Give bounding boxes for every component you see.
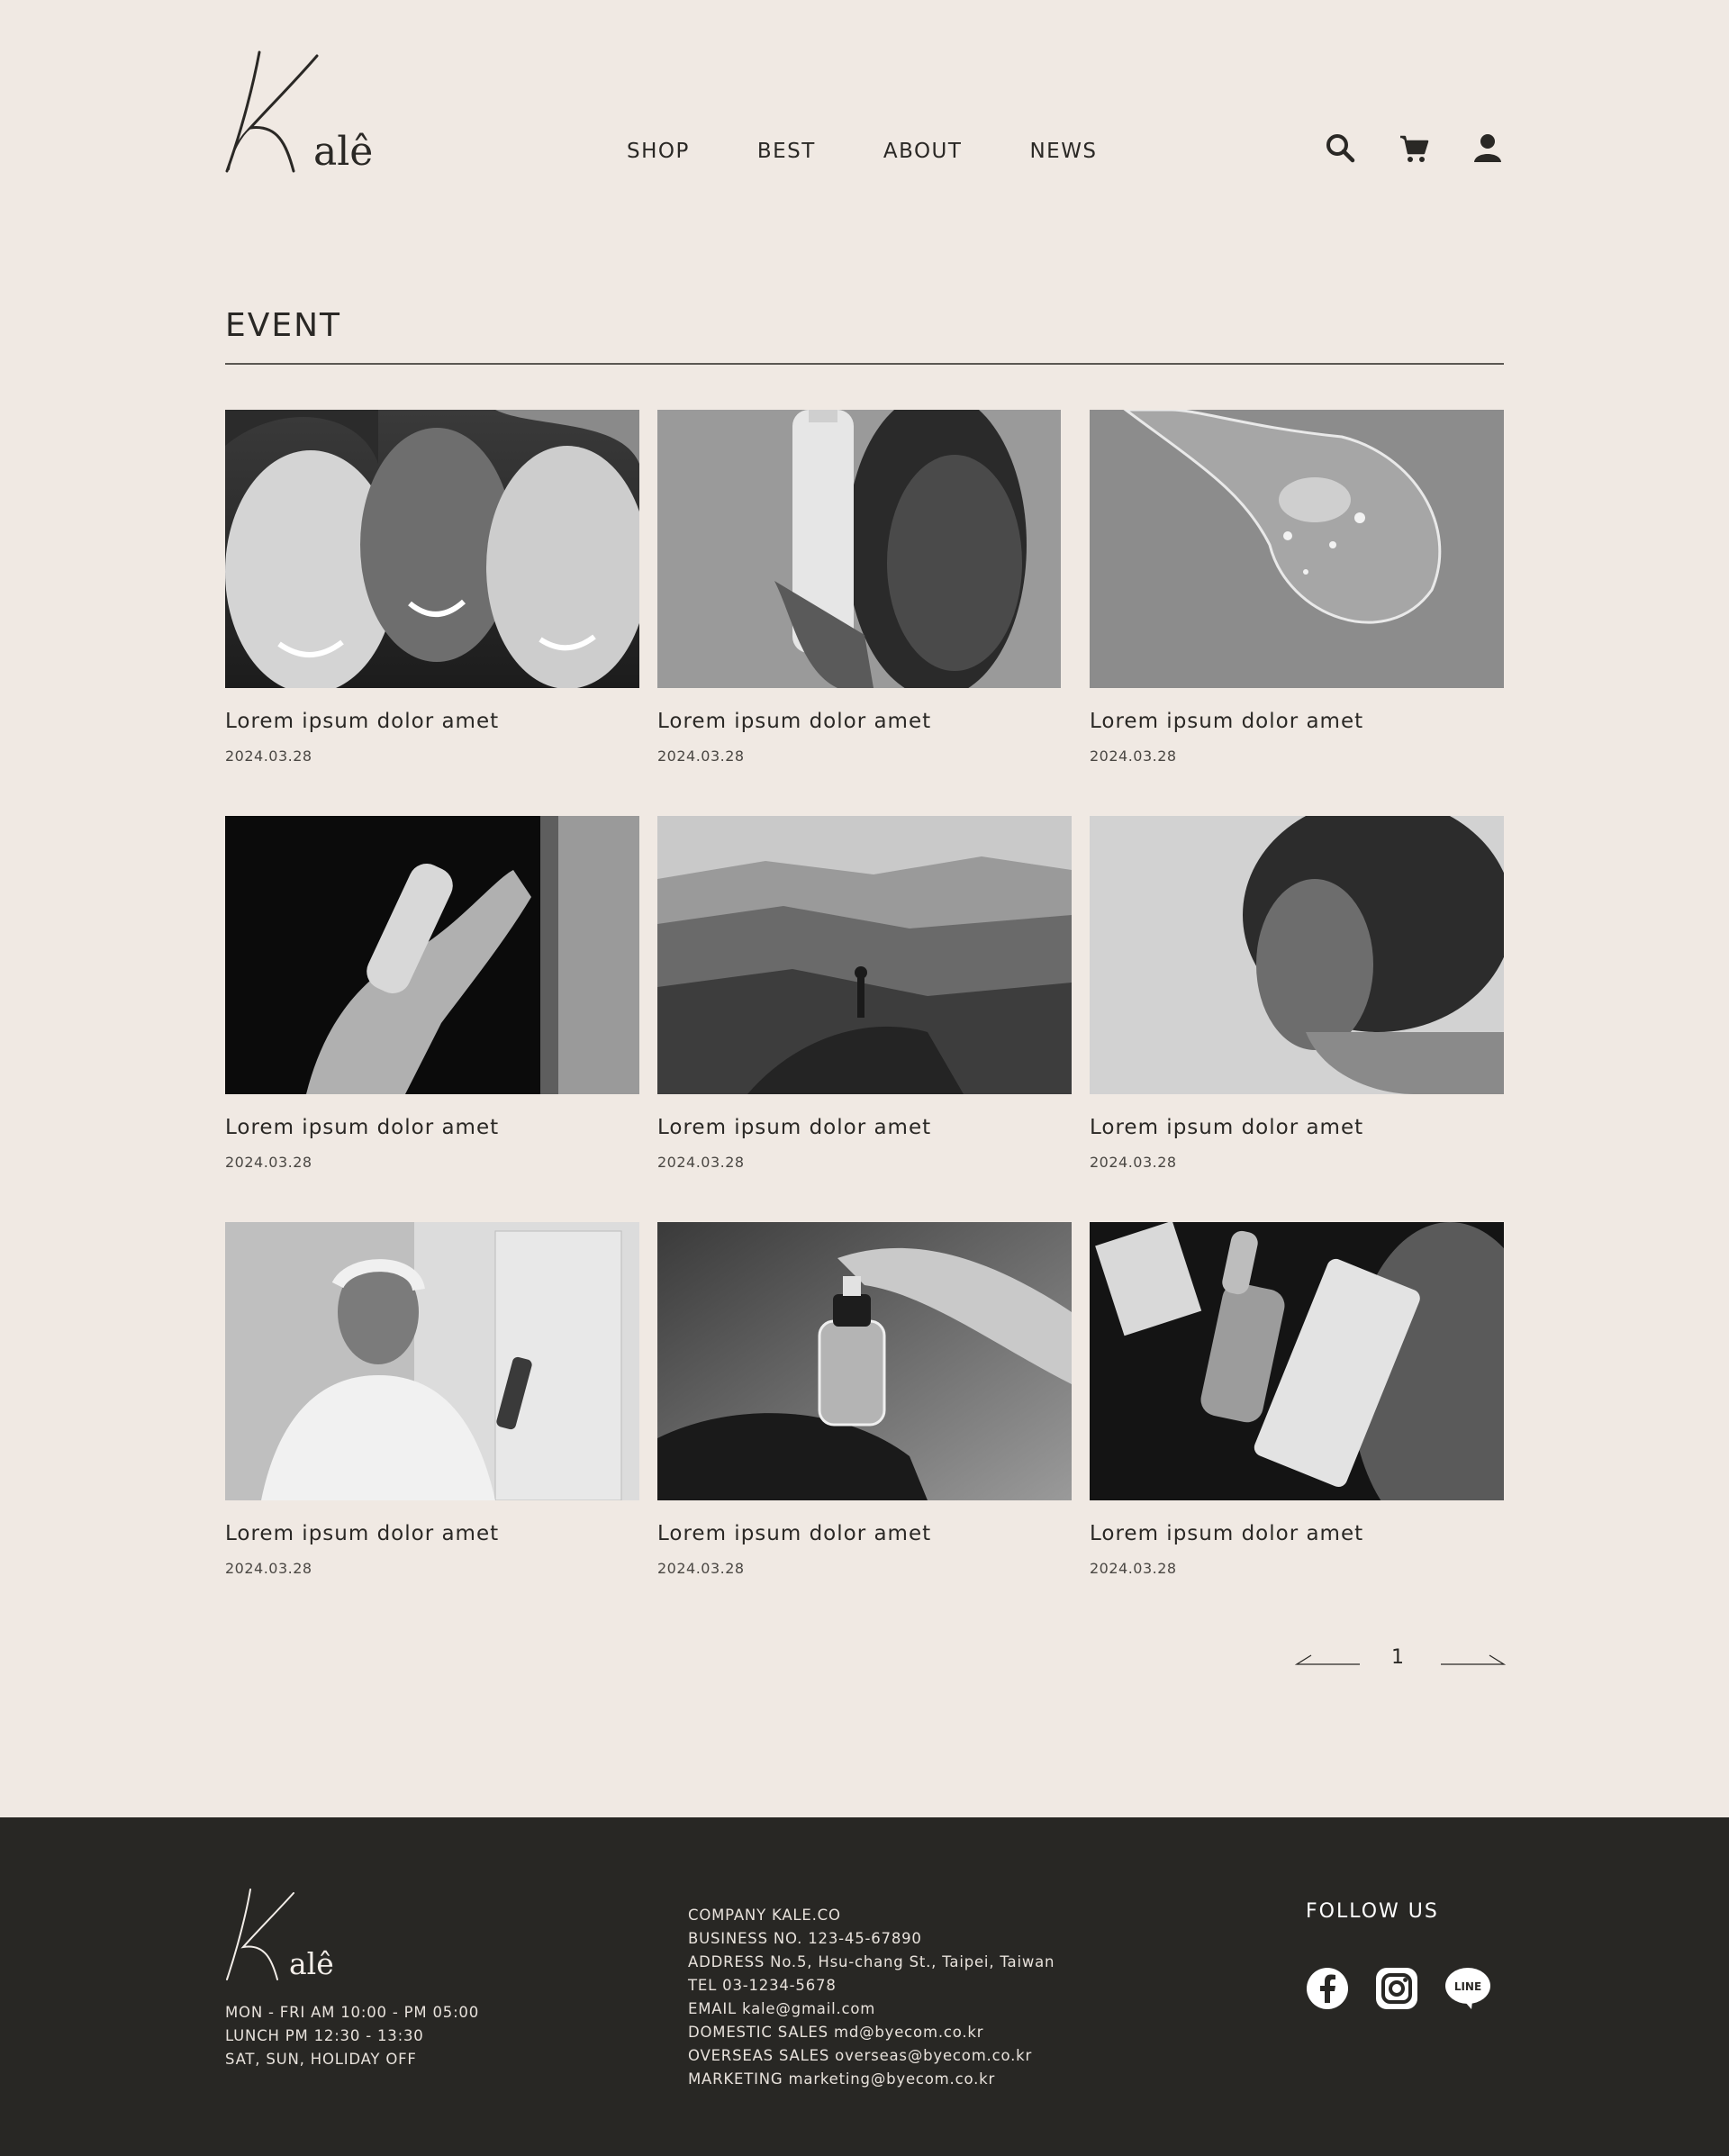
event-title: Lorem ipsum dolor amet — [225, 1116, 500, 1139]
event-image-spray-mist — [225, 1222, 639, 1500]
nav-news[interactable]: NEWS — [1029, 140, 1097, 163]
event-card[interactable]: Lorem ipsum dolor amet 2024.03.28 — [1090, 1222, 1504, 1577]
event-title: Lorem ipsum dolor amet — [1090, 1116, 1364, 1139]
business-number: BUSINESS NO. 123-45-67890 — [688, 1930, 922, 1947]
event-card[interactable]: Lorem ipsum dolor amet 2024.03.28 — [657, 816, 1072, 1171]
title-divider — [225, 363, 1504, 365]
header-actions — [1324, 131, 1504, 164]
event-image-hands-bottle — [225, 816, 639, 1094]
main-nav: SHOP BEST ABOUT NEWS — [627, 140, 1098, 163]
line-badge-text: LINE — [1454, 1980, 1481, 1993]
domestic-sales: DOMESTIC SALES md@byecom.co.kr — [688, 2024, 984, 2041]
event-card[interactable]: Lorem ipsum dolor amet 2024.03.28 — [225, 816, 639, 1171]
address: ADDRESS No.5, Hsu-chang St., Taipei, Tai… — [688, 1953, 1055, 1970]
marketing: MARKETING marketing@byecom.co.kr — [688, 2070, 996, 2088]
event-title: Lorem ipsum dolor amet — [1090, 710, 1364, 733]
event-title: Lorem ipsum dolor amet — [1090, 1522, 1364, 1545]
footer-logo[interactable]: alê — [223, 1884, 340, 1983]
email: EMAIL kale@gmail.com — [688, 2000, 876, 2017]
instagram-icon[interactable] — [1375, 1967, 1418, 2010]
hours-line: SAT, SUN, HOLIDAY OFF — [225, 2051, 417, 2068]
event-date: 2024.03.28 — [1090, 1154, 1177, 1171]
social-links: LINE — [1306, 1967, 1490, 2010]
overseas-sales: OVERSEAS SALES overseas@byecom.co.kr — [688, 2047, 1033, 2064]
event-image-three-women — [225, 410, 639, 688]
line-icon[interactable]: LINE — [1444, 1967, 1490, 2010]
event-image-products — [1090, 1222, 1504, 1500]
event-title: Lorem ipsum dolor amet — [657, 710, 932, 733]
nav-shop[interactable]: SHOP — [627, 140, 690, 163]
event-date: 2024.03.28 — [225, 747, 312, 765]
search-icon[interactable] — [1324, 131, 1356, 164]
event-date: 2024.03.28 — [657, 747, 745, 765]
business-hours: MON - FRI AM 10:00 - PM 05:00 LUNCH PM 1… — [225, 2001, 479, 2071]
event-title: Lorem ipsum dolor amet — [657, 1116, 932, 1139]
event-date: 2024.03.28 — [657, 1154, 745, 1171]
nav-best[interactable]: BEST — [757, 140, 816, 163]
pagination: 1 — [1294, 1644, 1507, 1677]
event-image-dropper — [657, 1222, 1072, 1500]
nav-about[interactable]: ABOUT — [883, 140, 963, 163]
event-title: Lorem ipsum dolor amet — [657, 1522, 932, 1545]
event-card[interactable]: Lorem ipsum dolor amet 2024.03.28 — [657, 410, 1061, 765]
telephone: TEL 03-1234-5678 — [688, 1977, 837, 1994]
event-card[interactable]: Lorem ipsum dolor amet 2024.03.28 — [225, 410, 639, 765]
cart-icon[interactable] — [1398, 131, 1430, 164]
event-title: Lorem ipsum dolor amet — [225, 710, 500, 733]
event-image-curly-hair — [1090, 816, 1504, 1094]
hours-line: MON - FRI AM 10:00 - PM 05:00 — [225, 2004, 480, 2021]
svg-text:alê: alê — [313, 129, 373, 175]
event-card[interactable]: Lorem ipsum dolor amet 2024.03.28 — [1090, 816, 1504, 1171]
event-card[interactable]: Lorem ipsum dolor amet 2024.03.28 — [657, 1222, 1072, 1577]
company-name: COMPANY KALE.CO — [688, 1907, 841, 1924]
page-number-current[interactable]: 1 — [1391, 1646, 1404, 1669]
event-image-woman-bottle — [657, 410, 1061, 688]
page-title: EVENT — [225, 307, 342, 344]
event-date: 2024.03.28 — [225, 1154, 312, 1171]
next-arrow-icon[interactable] — [1441, 1652, 1507, 1670]
event-card[interactable]: Lorem ipsum dolor amet 2024.03.28 — [1090, 410, 1504, 765]
brand-logo[interactable]: alê — [223, 45, 376, 176]
company-info: COMPANY KALE.CO BUSINESS NO. 123-45-6789… — [688, 1904, 1055, 2091]
event-image-gel — [1090, 410, 1504, 688]
follow-us-label: FOLLOW US — [1306, 1900, 1439, 1923]
site-header: alê SHOP BEST ABOUT NEWS — [0, 0, 1729, 198]
svg-text:alê: alê — [289, 1946, 334, 1981]
event-date: 2024.03.28 — [225, 1560, 312, 1577]
user-icon[interactable] — [1471, 131, 1504, 164]
event-date: 2024.03.28 — [1090, 1560, 1177, 1577]
event-date: 2024.03.28 — [1090, 747, 1177, 765]
event-date: 2024.03.28 — [657, 1560, 745, 1577]
prev-arrow-icon[interactable] — [1294, 1652, 1360, 1670]
event-image-yoga-mountain — [657, 816, 1072, 1094]
event-card[interactable]: Lorem ipsum dolor amet 2024.03.28 — [225, 1222, 639, 1577]
facebook-icon[interactable] — [1306, 1967, 1349, 2010]
hours-line: LUNCH PM 12:30 - 13:30 — [225, 2027, 424, 2044]
event-title: Lorem ipsum dolor amet — [225, 1522, 500, 1545]
